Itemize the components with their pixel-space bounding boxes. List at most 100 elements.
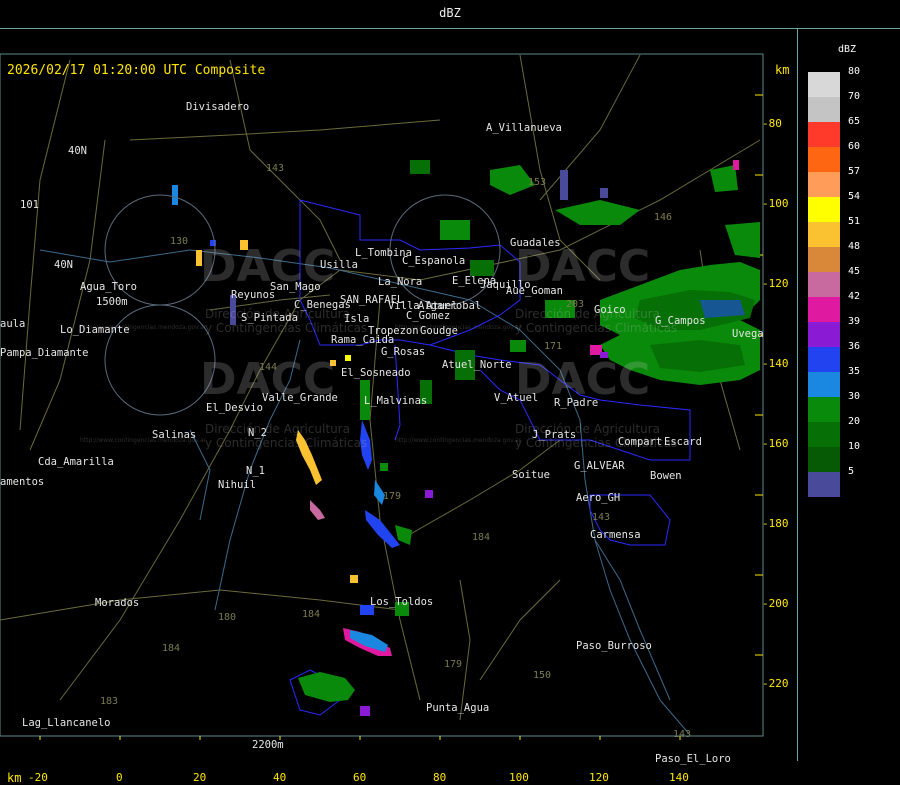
place-label: Divisadero xyxy=(186,101,250,113)
road-number: 143 xyxy=(266,163,285,174)
road-number: 203 xyxy=(566,299,585,310)
place-label: V_Atuel xyxy=(494,392,539,404)
place-label: N_2 xyxy=(248,427,267,439)
legend-label: 45 xyxy=(848,266,861,277)
place-label: Nihuil xyxy=(218,479,256,491)
legend-swatch xyxy=(808,372,840,397)
place-label: El_Sosneado xyxy=(341,367,411,379)
place-label: Reyunos xyxy=(231,289,276,301)
color-legend: 80 70 65 60 57 54 51 48 45 42 39 36 35 3… xyxy=(808,66,890,497)
legend-swatch xyxy=(808,172,840,197)
legend-swatch xyxy=(808,347,840,372)
place-label: aula xyxy=(0,318,26,330)
legend-title: dBZ xyxy=(838,44,857,55)
place-label: Isla xyxy=(344,313,370,325)
road-number: 153 xyxy=(528,177,547,188)
place-label: J_Prats xyxy=(532,429,577,441)
window-title: dBZ xyxy=(439,6,461,20)
legend-swatch xyxy=(808,297,840,322)
place-label: 1500m xyxy=(96,296,128,308)
legend-swatch xyxy=(808,147,840,172)
road-number: 184 xyxy=(472,532,491,543)
legend-label: 42 xyxy=(848,291,861,302)
place-label: El_Desvio xyxy=(206,402,263,414)
place-label: San_Mago xyxy=(270,281,321,293)
place-label: Cda_Amarilla xyxy=(38,456,114,468)
place-label: Salinas xyxy=(152,429,197,441)
place-label: Goico xyxy=(594,304,626,316)
legend-label: 70 xyxy=(848,91,861,102)
road-number: 171 xyxy=(544,341,563,352)
x-tick: 0 xyxy=(116,771,123,784)
place-label: G_Rosas xyxy=(381,346,426,358)
watermark-url: http://www.contingencias.mendoza.gov.ar xyxy=(395,437,522,444)
legend-label: 57 xyxy=(848,166,861,177)
road-number: 150 xyxy=(533,670,552,681)
place-label: Lag_Llancanelo xyxy=(22,717,111,729)
legend-swatch xyxy=(808,122,840,147)
legend-label: 80 xyxy=(848,66,861,77)
axis-ticks xyxy=(39,94,763,740)
title-bar: dBZ xyxy=(0,0,900,29)
legend-label: 10 xyxy=(848,441,861,452)
y-tick: -140 xyxy=(762,357,789,370)
road-number: 143 xyxy=(592,512,611,523)
road-number: 179 xyxy=(444,659,463,670)
road-number: 146 xyxy=(654,212,673,223)
place-label: Los_Toldos xyxy=(370,596,434,608)
place-label: 40N xyxy=(54,259,73,271)
place-label: Punta_Agua xyxy=(426,702,490,714)
place-label: Aero_GH xyxy=(576,492,621,504)
place-label: S_Pintada xyxy=(241,312,298,324)
legend-label: 60 xyxy=(848,141,861,152)
place-label: Pampa_Diamante xyxy=(0,347,89,359)
legend-swatch xyxy=(808,322,840,347)
legend-label: 36 xyxy=(848,341,861,352)
road-number: 183 xyxy=(100,696,119,707)
place-label: Paso_El_Loro xyxy=(655,753,731,765)
place-label: Algarrobal xyxy=(418,300,482,312)
x-tick: 60 xyxy=(353,771,367,784)
y-tick: -180 xyxy=(762,517,789,530)
legend-entry: 5 xyxy=(808,466,890,497)
place-label: C_Espanola xyxy=(402,255,466,267)
legend-label: 20 xyxy=(848,416,861,427)
watermark-text: y Contingencias Climáticas xyxy=(515,321,678,335)
place-label: Valle_Grande xyxy=(262,392,338,404)
legend-swatch xyxy=(808,222,840,247)
y-tick: -220 xyxy=(762,677,789,690)
y-tick: -160 xyxy=(762,437,789,450)
place-label: R_Padre xyxy=(554,397,599,409)
place-label: 2200m xyxy=(252,739,284,751)
place-label: L_Malvinas xyxy=(364,395,428,407)
legend-label: 51 xyxy=(848,216,861,227)
place-label: Tropezon xyxy=(368,325,419,337)
road-number: 143 xyxy=(673,729,692,740)
legend-swatch xyxy=(808,72,840,97)
place-label: amentos xyxy=(0,476,45,488)
place-label: G_ALVEAR xyxy=(574,460,625,472)
legend-label: 65 xyxy=(848,116,861,127)
road-number: 144 xyxy=(259,362,278,373)
watermark-text: y Contingencias Climáticas xyxy=(205,436,368,450)
road-number: 184 xyxy=(162,643,181,654)
place-label: Atuel_Norte xyxy=(442,359,512,371)
place-label: Uvega xyxy=(732,328,764,340)
place-label: Carmensa xyxy=(590,529,641,541)
legend-swatch xyxy=(808,472,840,497)
y-tick: -100 xyxy=(762,197,789,210)
watermark-text: Dirección de Agricultura xyxy=(515,307,660,321)
place-label: 40N xyxy=(68,145,87,157)
x-tick: 120 xyxy=(589,771,609,784)
place-label: Paso_Burroso xyxy=(576,640,652,652)
place-label: Usilla xyxy=(320,259,358,271)
legend-swatch xyxy=(808,422,840,447)
legend-label: 39 xyxy=(848,316,861,327)
watermark-text: Dirección de Agricultura xyxy=(205,422,350,436)
place-label: La_Nora xyxy=(378,276,423,288)
road-number: 184 xyxy=(302,609,321,620)
place-label: G_Campos xyxy=(655,315,706,327)
radar-map[interactable]: 2026/02/17 01:20:00 UTC Composite km km … xyxy=(0,29,798,785)
legend-label: 30 xyxy=(848,391,861,402)
x-tick: 20 xyxy=(193,771,207,784)
